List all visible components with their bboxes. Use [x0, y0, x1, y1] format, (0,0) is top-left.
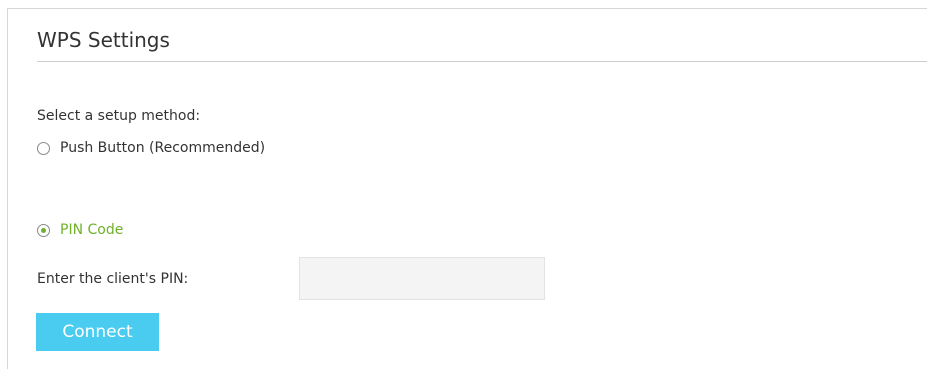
wps-settings-panel: WPS Settings Select a setup method: Push… [7, 8, 927, 369]
pin-code-radio[interactable] [37, 223, 50, 237]
push-button-option[interactable]: Push Button (Recommended) [37, 140, 265, 156]
push-button-option-label: Push Button (Recommended) [60, 140, 266, 156]
push-button-radio[interactable] [37, 141, 50, 155]
pin-code-option[interactable]: PIN Code [37, 222, 123, 238]
client-pin-label: Enter the client's PIN: [37, 271, 189, 287]
title-divider [37, 61, 927, 62]
page-title: WPS Settings [37, 28, 170, 52]
client-pin-input[interactable] [299, 257, 545, 300]
connect-button[interactable]: Connect [36, 313, 159, 351]
pin-code-option-label: PIN Code [60, 222, 124, 238]
setup-method-prompt: Select a setup method: [37, 108, 201, 124]
